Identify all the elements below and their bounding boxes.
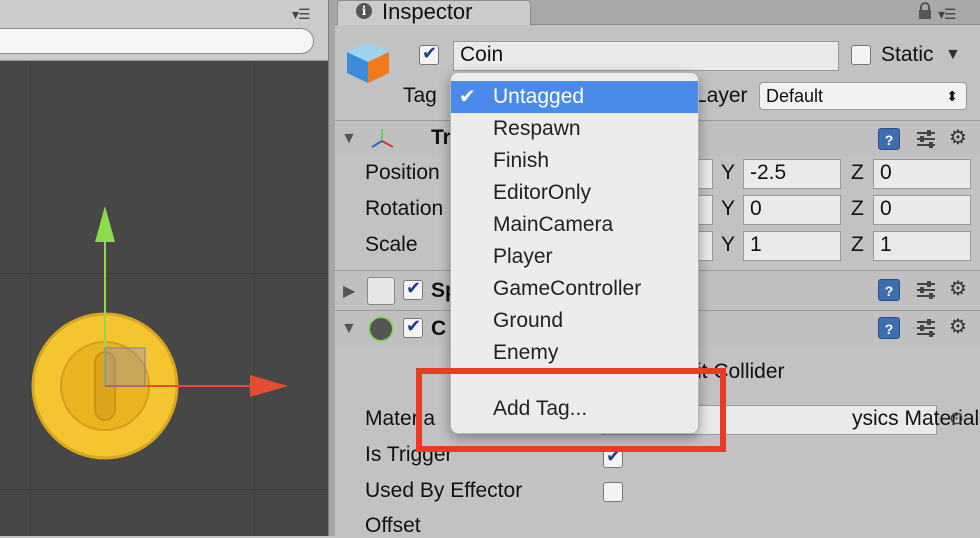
scene-gizmo-canvas	[31, 206, 288, 460]
tab-inspector[interactable]: i Inspector	[337, 0, 531, 25]
scene-search-input[interactable]	[0, 28, 314, 54]
scale-y-label: Y	[721, 233, 736, 256]
sprite-renderer-enabled-checkbox[interactable]	[403, 278, 423, 300]
rotation-z-label: Z	[851, 197, 864, 220]
circle-collider-icon	[368, 316, 394, 342]
scale-label: Scale	[365, 233, 418, 256]
tag-label: Tag	[403, 84, 437, 107]
tag-option-label: Enemy	[493, 341, 559, 364]
position-y-label: Y	[721, 161, 736, 184]
layer-dropdown[interactable]: Default ⬍	[759, 82, 967, 110]
presets-icon[interactable]	[915, 318, 937, 338]
transform-title: Tr	[431, 126, 451, 149]
tag-option-editoronly[interactable]: EditorOnly	[451, 177, 698, 209]
tag-option-label: Ground	[493, 309, 564, 332]
tag-option-label: Untagged	[493, 85, 585, 108]
rotation-y-label: Y	[721, 197, 736, 220]
help-icon[interactable]: ?	[878, 317, 900, 339]
gear-icon[interactable]: ⚙	[949, 276, 967, 301]
gizmo-y-arrow-icon	[95, 206, 115, 242]
scale-z-field[interactable]: 1	[873, 231, 971, 261]
position-label: Position	[365, 161, 440, 184]
scene-view[interactable]	[0, 0, 328, 536]
rotation-label: Rotation	[365, 197, 444, 220]
layer-dropdown-value: Default	[766, 86, 824, 106]
rotation-z-field[interactable]: 0	[873, 195, 971, 225]
tag-option-enemy[interactable]: Enemy	[451, 337, 698, 369]
used-by-effector-checkbox[interactable]	[603, 482, 623, 502]
gameobject-icon	[345, 40, 391, 89]
gear-icon[interactable]: ⚙	[949, 125, 967, 150]
help-icon[interactable]: ?	[878, 128, 900, 150]
object-picker-icon[interactable]: ⊙	[949, 408, 964, 429]
sprite-renderer-icon	[367, 277, 395, 305]
tag-option-label: Finish	[493, 149, 550, 172]
tag-option-label: GameController	[493, 277, 642, 300]
presets-icon[interactable]	[915, 280, 937, 300]
highlight-annotation	[416, 368, 726, 452]
tag-option-finish[interactable]: Finish	[451, 145, 698, 177]
info-icon: i	[356, 3, 372, 19]
tag-option-player[interactable]: Player	[451, 241, 698, 273]
static-dropdown-chevron-icon[interactable]: ▼	[945, 46, 961, 64]
static-label: Static	[881, 43, 934, 66]
tag-option-label: EditorOnly	[493, 181, 592, 204]
position-y-field[interactable]: -2.5	[743, 159, 841, 189]
used-by-effector-label: Used By Effector	[365, 479, 523, 502]
scale-z-label: Z	[851, 233, 864, 256]
help-icon[interactable]: ?	[878, 279, 900, 301]
inspector-tabbar: i Inspector ▾☰	[335, 0, 980, 25]
offset-label: Offset	[365, 514, 421, 537]
static-checkbox[interactable]	[851, 45, 871, 65]
tag-option-ground[interactable]: Ground	[451, 305, 698, 337]
circle-collider-enabled-checkbox[interactable]	[403, 316, 423, 338]
scene-menu-icon[interactable]: ▾☰	[292, 6, 311, 23]
transform-foldout-icon[interactable]: ▼	[341, 130, 357, 148]
tag-option-untagged[interactable]: ✔ Untagged	[451, 81, 698, 113]
rotation-y-field[interactable]: 0	[743, 195, 841, 225]
popup-arrows-icon: ⬍	[946, 88, 958, 104]
tag-option-label: Player	[493, 245, 553, 268]
tag-option-maincamera[interactable]: MainCamera	[451, 209, 698, 241]
tag-option-respawn[interactable]: Respawn	[451, 113, 698, 145]
tab-inspector-label: Inspector	[382, 0, 473, 24]
presets-icon[interactable]	[915, 129, 937, 149]
tag-option-gamecontroller[interactable]: GameController	[451, 273, 698, 305]
gizmo-x-arrow-icon	[250, 375, 288, 397]
circle-collider-foldout-icon[interactable]: ▼	[341, 320, 357, 338]
scale-y-field[interactable]: 1	[743, 231, 841, 261]
position-z-field[interactable]: 0	[873, 159, 971, 189]
gizmo-plane-handle	[104, 347, 146, 387]
scene-toolbar: ▾☰	[0, 0, 328, 61]
layer-label: Layer	[695, 84, 748, 107]
circle-collider-title: C	[431, 317, 447, 340]
gear-icon[interactable]: ⚙	[949, 314, 967, 339]
position-z-label: Z	[851, 161, 864, 184]
checkmark-icon: ✔	[459, 86, 476, 108]
transform-axis-icon	[371, 129, 394, 148]
lock-icon[interactable]	[918, 2, 932, 25]
inspector-menu-icon[interactable]: ▾☰	[938, 6, 957, 23]
tag-option-label: MainCamera	[493, 213, 614, 236]
active-checkbox[interactable]	[419, 43, 439, 65]
sprite-renderer-foldout-icon[interactable]: ▶	[343, 281, 355, 301]
object-name-field[interactable]: Coin	[453, 41, 839, 71]
tag-option-label: Respawn	[493, 117, 581, 140]
